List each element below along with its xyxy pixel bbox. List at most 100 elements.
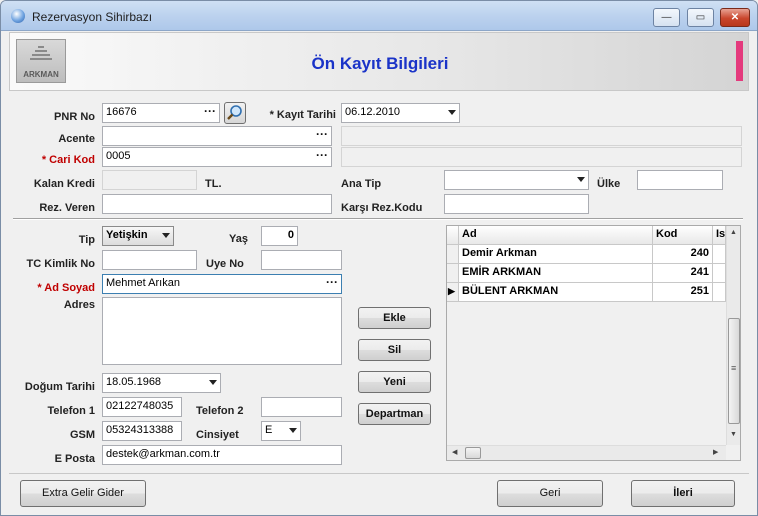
minimize-button[interactable]: —: [653, 8, 680, 27]
close-button[interactable]: ✕: [720, 8, 750, 27]
page-title: Ön Kayıt Bilgileri: [311, 54, 449, 73]
yeni-button[interactable]: Yeni: [358, 371, 431, 393]
scroll-up-icon[interactable]: ▲: [730, 229, 737, 236]
acente-name-display: [341, 126, 742, 146]
grid-vertical-scrollbar[interactable]: ▲ ≡ ▼: [726, 226, 740, 445]
pnr-no-label: PNR No: [54, 111, 95, 123]
scroll-right-icon[interactable]: ▶: [713, 448, 718, 456]
grip-icon: ≡: [731, 363, 737, 373]
telefon2-label: Telefon 2: [196, 405, 244, 417]
e-posta-label: E Posta: [54, 453, 95, 465]
ad-soyad-field[interactable]: Mehmet Arıkan ···: [102, 274, 342, 294]
grid-corner: [447, 226, 459, 245]
telefon1-label: Telefon 1: [47, 405, 95, 417]
app-globe-icon: [11, 9, 25, 23]
dogum-tarihi-label: Doğum Tarihi: [24, 381, 95, 393]
table-row-is[interactable]: [713, 245, 726, 264]
pnr-no-field[interactable]: 16676 ···: [102, 103, 220, 123]
tip-select[interactable]: Yetişkin: [102, 226, 174, 246]
yas-field[interactable]: 0: [261, 226, 298, 246]
tl-label: TL.: [205, 178, 222, 190]
karsi-rez-kodu-label: Karşı Rez.Kodu: [341, 202, 423, 214]
yas-label: Yaş: [229, 233, 248, 245]
chevron-down-icon: [209, 380, 217, 385]
ekle-button[interactable]: Ekle: [358, 307, 431, 329]
row-selector[interactable]: [447, 264, 459, 283]
table-row-kod[interactable]: 241: [653, 264, 713, 283]
pnr-lookup-dots-icon[interactable]: ···: [202, 105, 218, 121]
kalan-kredi-label: Kalan Kredi: [33, 178, 95, 190]
chevron-down-icon: [162, 233, 170, 238]
gsm-field[interactable]: 05324313388: [102, 421, 182, 441]
dogum-tarihi-picker[interactable]: 18.05.1968: [102, 373, 221, 393]
grid-header-kod[interactable]: Kod: [653, 226, 713, 245]
grid-header-is[interactable]: Is: [713, 226, 726, 245]
sil-button[interactable]: Sil: [358, 339, 431, 361]
tip-label: Tip: [78, 234, 95, 246]
e-posta-field[interactable]: destek@arkman.com.tr: [102, 445, 342, 465]
telefon1-field[interactable]: 02122748035: [102, 397, 182, 417]
grid-header-ad[interactable]: Ad: [459, 226, 653, 245]
wizard-window: Rezervasyon Sihirbazı — ▭ ✕ ARKMAN Ön Ka…: [0, 0, 758, 516]
window-title: Rezervasyon Sihirbazı: [32, 10, 153, 24]
rez-veren-label: Rez. Veren: [39, 202, 95, 214]
adres-label: Adres: [63, 299, 95, 311]
kalan-kredi-field: [102, 170, 197, 190]
current-row-pointer-icon[interactable]: ▶: [447, 283, 459, 302]
acente-lookup-dots-icon[interactable]: ···: [314, 128, 330, 144]
cari-kod-lookup-dots-icon[interactable]: ···: [314, 149, 330, 165]
adres-textarea[interactable]: [102, 297, 342, 365]
ad-soyad-value: Mehmet Arıkan: [106, 277, 180, 289]
telefon2-field[interactable]: [261, 397, 342, 417]
ana-tip-label: Ana Tip: [341, 178, 382, 190]
chevron-down-icon: [448, 110, 456, 115]
maximize-button[interactable]: ▭: [687, 8, 714, 27]
pnr-search-button[interactable]: [224, 102, 246, 124]
cari-kod-value: 0005: [106, 150, 131, 162]
departman-button[interactable]: Departman: [358, 403, 431, 425]
table-row-ad[interactable]: BÜLENT ARKMAN: [459, 283, 653, 302]
ulke-field[interactable]: [637, 170, 723, 190]
tc-kimlik-no-label: TC Kimlik No: [26, 258, 95, 270]
chevron-down-icon: [289, 428, 297, 433]
extra-gelir-gider-button[interactable]: Extra Gelir Gider: [20, 480, 146, 507]
tc-kimlik-no-field[interactable]: [102, 250, 197, 270]
scroll-left-icon[interactable]: ◀: [452, 448, 457, 456]
table-row-ad[interactable]: EMİR ARKMAN: [459, 264, 653, 283]
guest-grid[interactable]: Ad Kod Is Demir Arkman 240 EMİR ARKMAN 2…: [446, 225, 741, 461]
table-row-is[interactable]: [713, 264, 726, 283]
cari-kod-label: * Cari Kod: [41, 154, 95, 166]
chevron-down-icon: [577, 177, 585, 182]
uye-no-field[interactable]: [261, 250, 342, 270]
scroll-down-icon[interactable]: ▼: [730, 431, 737, 438]
table-row-kod[interactable]: 251: [653, 283, 713, 302]
geri-button[interactable]: Geri: [497, 480, 603, 507]
ulke-label: Ülke: [597, 178, 621, 190]
kayit-tarihi-picker[interactable]: 06.12.2010: [341, 103, 460, 123]
ana-tip-select[interactable]: [444, 170, 589, 190]
header-banner: ARKMAN Ön Kayıt Bilgileri: [9, 32, 749, 91]
row-selector[interactable]: [447, 245, 459, 264]
table-row-kod[interactable]: 240: [653, 245, 713, 264]
title-bar: Rezervasyon Sihirbazı — ▭ ✕: [1, 1, 757, 31]
ad-soyad-lookup-dots-icon[interactable]: ···: [324, 276, 340, 292]
acente-label: Acente: [58, 133, 95, 145]
table-row-ad[interactable]: Demir Arkman: [459, 245, 653, 264]
pnr-no-value: 16676: [106, 106, 137, 118]
table-row-is[interactable]: [713, 283, 726, 302]
cinsiyet-label: Cinsiyet: [196, 429, 239, 441]
h-scroll-thumb[interactable]: [465, 447, 481, 459]
acente-field[interactable]: ···: [102, 126, 332, 146]
kayit-tarihi-label: * Kayıt Tarihi: [269, 109, 336, 121]
cari-kod-field[interactable]: 0005 ···: [102, 147, 332, 167]
karsi-rez-kodu-field[interactable]: [444, 194, 589, 214]
section-divider: [13, 218, 743, 220]
cari-name-display: [341, 147, 742, 167]
cinsiyet-value: E: [265, 424, 273, 436]
rez-veren-field[interactable]: [102, 194, 332, 214]
cinsiyet-select[interactable]: E: [261, 421, 301, 441]
accent-bar: [736, 41, 743, 81]
grid-horizontal-scrollbar[interactable]: ◀ ▶: [447, 445, 726, 460]
scroll-thumb[interactable]: ≡: [728, 318, 740, 424]
ileri-button[interactable]: İleri: [631, 480, 735, 507]
